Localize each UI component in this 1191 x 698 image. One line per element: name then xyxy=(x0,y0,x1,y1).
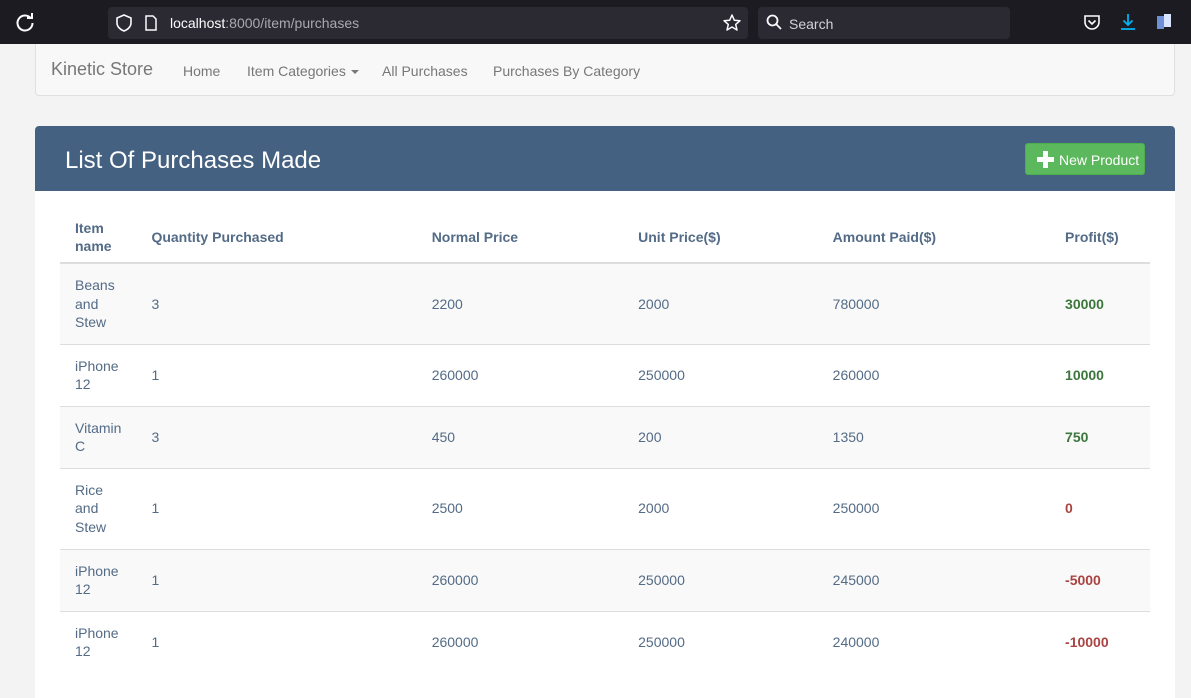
search-bar[interactable]: Search xyxy=(758,7,1010,39)
cell-item: iPhone 12 xyxy=(60,548,137,611)
shield-icon[interactable] xyxy=(116,14,132,32)
table-row: iPhone 12 1 260000 250000 260000 10000 xyxy=(60,343,1150,406)
address-bar[interactable]: localhost:8000/item/purchases xyxy=(108,7,748,39)
page-icon[interactable] xyxy=(144,15,158,31)
cell-qty: 1 xyxy=(136,610,417,673)
header-item-name[interactable]: Item name xyxy=(60,211,137,264)
cell-profit: 30000 xyxy=(1050,262,1150,344)
cell-item: Rice and Stew xyxy=(60,467,137,549)
cell-normal-price: 260000 xyxy=(416,343,624,406)
url-path: :8000/item/purchases xyxy=(225,15,360,31)
purchases-panel: List Of Purchases Made New Product Item … xyxy=(35,126,1175,698)
cell-qty: 1 xyxy=(136,467,417,549)
header-profit[interactable]: Profit($) xyxy=(1050,211,1150,264)
cell-amount-paid: 250000 xyxy=(817,467,1051,549)
purchases-table: Item name Quantity Purchased Normal Pric… xyxy=(60,211,1150,673)
nav-item-categories-dropdown[interactable]: Item Categories xyxy=(247,63,359,79)
cell-qty: 3 xyxy=(136,262,417,344)
page-title: List Of Purchases Made xyxy=(65,147,322,174)
cell-unit-price: 2000 xyxy=(623,262,818,344)
cell-unit-price: 250000 xyxy=(623,610,818,673)
cell-amount-paid: 1350 xyxy=(817,405,1051,468)
table-row: Vitamin C 3 450 200 1350 750 xyxy=(60,405,1150,468)
header-quantity[interactable]: Quantity Purchased xyxy=(136,211,417,264)
search-icon xyxy=(766,14,782,30)
table-row: Rice and Stew 1 2500 2000 250000 0 xyxy=(60,467,1150,549)
nav-home[interactable]: Home xyxy=(183,63,220,79)
cell-item: iPhone 12 xyxy=(60,343,137,406)
cell-normal-price: 450 xyxy=(416,405,624,468)
cell-normal-price: 260000 xyxy=(416,548,624,611)
cell-normal-price: 2200 xyxy=(416,262,624,344)
cell-profit: -5000 xyxy=(1050,548,1150,611)
search-placeholder: Search xyxy=(789,16,834,32)
header-amount-paid[interactable]: Amount Paid($) xyxy=(817,211,1051,264)
url-text[interactable]: localhost:8000/item/purchases xyxy=(170,15,359,31)
nav-purchases-by-category[interactable]: Purchases By Category xyxy=(493,63,640,79)
table-row: iPhone 12 1 260000 250000 245000 -5000 xyxy=(60,548,1150,611)
cell-unit-price: 200 xyxy=(623,405,818,468)
cell-unit-price: 250000 xyxy=(623,343,818,406)
pocket-icon[interactable] xyxy=(1083,13,1101,31)
cell-normal-price: 260000 xyxy=(416,610,624,673)
cell-amount-paid: 780000 xyxy=(817,262,1051,344)
plus-icon xyxy=(1037,151,1054,168)
nav-all-purchases[interactable]: All Purchases xyxy=(382,63,468,79)
new-product-label: New Product xyxy=(1059,152,1140,168)
cell-item: Vitamin C xyxy=(60,405,137,468)
cell-profit: 0 xyxy=(1050,467,1150,549)
cell-profit: 10000 xyxy=(1050,343,1150,406)
cell-amount-paid: 245000 xyxy=(817,548,1051,611)
header-unit-price[interactable]: Unit Price($) xyxy=(623,211,818,264)
cell-qty: 1 xyxy=(136,548,417,611)
cell-profit: 750 xyxy=(1050,405,1150,468)
cell-amount-paid: 240000 xyxy=(817,610,1051,673)
extension-icon[interactable] xyxy=(1156,13,1172,31)
new-product-button[interactable]: New Product xyxy=(1025,143,1145,175)
cell-item: iPhone 12 xyxy=(60,610,137,673)
browser-toolbar: localhost:8000/item/purchases Search xyxy=(0,0,1191,44)
cell-qty: 3 xyxy=(136,405,417,468)
panel-heading: List Of Purchases Made New Product xyxy=(35,126,1175,191)
table-row: Beans and Stew 3 2200 2000 780000 30000 xyxy=(60,262,1150,344)
table-row: iPhone 12 1 260000 250000 240000 -10000 xyxy=(60,610,1150,673)
cell-unit-price: 250000 xyxy=(623,548,818,611)
cell-item: Beans and Stew xyxy=(60,262,137,344)
download-icon[interactable] xyxy=(1119,13,1137,31)
brand-link[interactable]: Kinetic Store xyxy=(51,59,153,80)
url-host: localhost xyxy=(170,15,226,31)
cell-normal-price: 2500 xyxy=(416,467,624,549)
cell-profit: -10000 xyxy=(1050,610,1150,673)
cell-qty: 1 xyxy=(136,343,417,406)
nav-item-categories-label: Item Categories xyxy=(247,63,346,79)
table-header-row: Item name Quantity Purchased Normal Pric… xyxy=(60,211,1150,264)
header-normal-price[interactable]: Normal Price xyxy=(416,211,624,264)
cell-unit-price: 2000 xyxy=(623,467,818,549)
reload-icon[interactable] xyxy=(14,12,36,34)
cell-amount-paid: 260000 xyxy=(817,343,1051,406)
site-navbar: Kinetic Store Home Item Categories All P… xyxy=(35,44,1175,96)
bookmark-star-icon[interactable] xyxy=(722,13,742,33)
caret-down-icon xyxy=(350,70,359,75)
